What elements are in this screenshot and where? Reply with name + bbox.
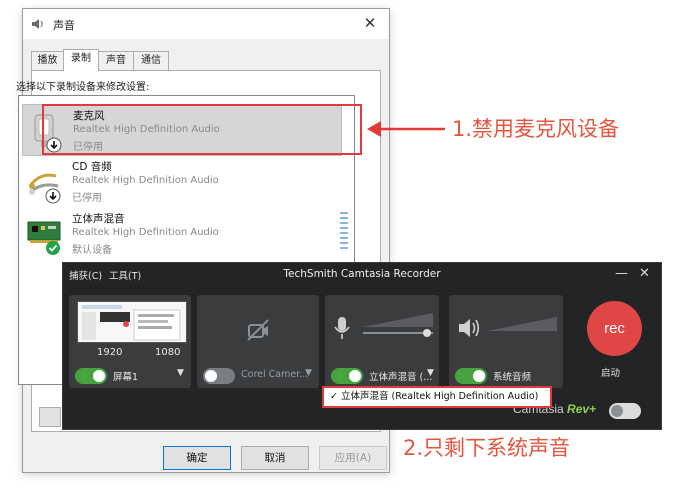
chevron-down-icon[interactable]: ▼ [177, 368, 184, 378]
audio-toggle[interactable] [331, 368, 363, 384]
microphone-icon [334, 317, 350, 339]
tab-playback[interactable]: 播放 [31, 51, 64, 70]
level-meter [340, 212, 348, 252]
device-driver: Realtek High Definition Audio [72, 175, 219, 186]
tab-sounds[interactable]: 声音 [98, 51, 134, 70]
device-driver: Realtek High Definition Audio [72, 227, 219, 238]
audio-device-dropdown[interactable]: ✓ 立体声混音 (Realtek High Definition Audio) [322, 386, 552, 408]
device-name: CD 音频 [72, 161, 112, 173]
system-audio-level-meter [487, 317, 557, 331]
audio-label: 立体声混音 (... [369, 372, 433, 383]
cd-audio-icon [28, 173, 61, 204]
start-label: 启动 [601, 368, 621, 379]
device-name: 立体声混音 [72, 213, 125, 225]
rev-toggle[interactable] [609, 403, 641, 419]
dialog-titlebar: 声音 ✕ [23, 9, 389, 39]
chevron-down-icon[interactable]: ▼ [427, 368, 434, 378]
speaker-icon [32, 19, 43, 29]
tab-recording[interactable]: 录制 [63, 49, 99, 71]
system-audio-panel: 系统音频 [449, 295, 563, 388]
configure-button[interactable] [39, 407, 61, 427]
close-icon[interactable]: ✕ [639, 266, 650, 281]
device-status: 已停用 [72, 193, 102, 204]
system-audio-toggle-row: 系统音频 [449, 364, 563, 388]
cancel-button[interactable]: 取消 [241, 446, 309, 470]
screen-label: 屏幕1 [113, 372, 139, 383]
annotation-step1: 1.禁用麦克风设备 [452, 117, 620, 141]
height-value[interactable]: 1080 [133, 345, 187, 361]
screen-panel: 1920 1080 屏幕1 ▼ [69, 295, 191, 388]
device-stereo-mix[interactable]: 立体声混音 Realtek High Definition Audio 默认设备 [22, 208, 342, 260]
device-status: 默认设备 [72, 245, 112, 256]
camera-label: Corel Camer... [241, 369, 309, 380]
check-icon: ✓ [330, 391, 338, 402]
system-audio-label: 系统音频 [493, 372, 532, 383]
speaker-icon [459, 319, 480, 337]
apply-button[interactable]: 应用(A) [319, 446, 387, 470]
dialog-title: 声音 [53, 19, 75, 32]
close-icon[interactable]: ✕ [361, 14, 379, 32]
instruction-text: 选择以下录制设备来修改设置: [16, 82, 150, 93]
audio-toggle-row: 立体声混音 (... ▼ [325, 364, 439, 388]
microphone-highlight [42, 104, 362, 155]
minimize-icon[interactable]: — [615, 266, 628, 281]
screen-thumbnail-image [78, 302, 186, 342]
recorder-title: TechSmith Camtasia Recorder [283, 268, 441, 280]
annotation-step2: 2.只剩下系统声音 [403, 436, 571, 460]
tab-communications[interactable]: 通信 [133, 51, 169, 70]
device-cd-audio[interactable]: CD 音频 Realtek High Definition Audio 已停用 [22, 156, 342, 208]
dropdown-item-stereo-mix[interactable]: 立体声混音 (Realtek High Definition Audio) [341, 391, 538, 402]
rec-button[interactable]: rec [587, 301, 642, 356]
camera-toggle-row: Corel Camer... ▼ [197, 364, 319, 388]
audio-panel: 立体声混音 (... ▼ [325, 295, 439, 388]
camera-toggle[interactable] [203, 368, 235, 384]
camera-off-icon [247, 319, 269, 341]
width-value[interactable]: 1920 [77, 345, 131, 361]
arrow-left-icon [367, 121, 445, 137]
screen-toggle-row: 屏幕1 ▼ [69, 364, 191, 388]
camera-panel: Corel Camer... ▼ [197, 295, 319, 388]
system-audio-toggle[interactable] [455, 368, 487, 384]
screen-toggle[interactable] [75, 368, 107, 384]
screen-preview [77, 301, 187, 343]
audio-level-meter [363, 313, 433, 337]
ok-button[interactable]: 确定 [163, 446, 231, 470]
chevron-down-icon[interactable]: ▼ [305, 368, 312, 378]
soundcard-icon [27, 221, 61, 255]
